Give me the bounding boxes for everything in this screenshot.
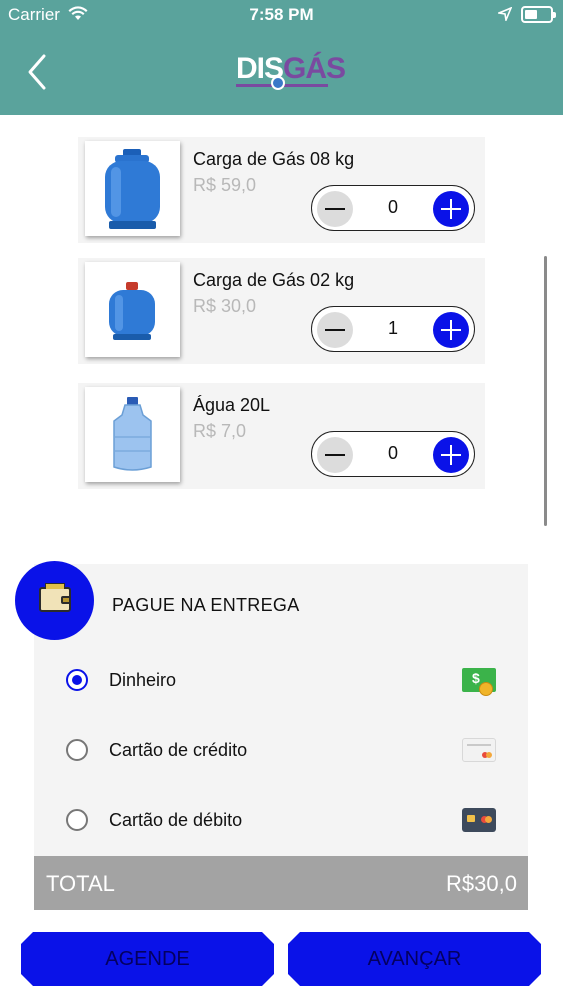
payment-option-cash[interactable]: Dinheiro xyxy=(64,660,504,700)
decrease-button[interactable] xyxy=(317,312,353,348)
flame-icon xyxy=(271,76,285,90)
payment-option-label: Cartão de crédito xyxy=(109,740,248,760)
product-card: Água 20L R$ 7,0 0 xyxy=(78,383,485,489)
radio-button[interactable] xyxy=(66,809,88,831)
product-name: Carga de Gás 02 kg xyxy=(193,270,355,290)
increase-button[interactable] xyxy=(433,437,469,473)
debit-card-icon xyxy=(462,808,496,832)
product-name: Carga de Gás 08 kg xyxy=(193,149,355,169)
next-button[interactable]: AVANÇAR xyxy=(288,932,541,986)
payment-option-label: Cartão de débito xyxy=(109,810,243,830)
total-bar: TOTAL R$30,0 xyxy=(34,856,528,910)
status-bar: Carrier 7:58 PM xyxy=(0,0,563,30)
scrollbar[interactable] xyxy=(544,256,547,526)
quantity-value: 0 xyxy=(387,443,398,463)
clock: 7:58 PM xyxy=(249,5,314,24)
app-header: Carrier 7:58 PM DISGÁS xyxy=(0,0,563,115)
schedule-button[interactable]: AGENDE xyxy=(21,932,274,986)
back-button[interactable] xyxy=(24,52,54,92)
increase-button[interactable] xyxy=(433,191,469,227)
battery-icon xyxy=(521,6,556,23)
decrease-button[interactable] xyxy=(317,437,353,473)
payment-option-label: Dinheiro xyxy=(109,670,177,690)
app-logo: DISGÁS xyxy=(236,52,346,92)
product-price: R$ 7,0 xyxy=(193,421,247,441)
quantity-stepper: 1 xyxy=(311,306,475,352)
quantity-value: 1 xyxy=(387,318,398,338)
decrease-button[interactable] xyxy=(317,191,353,227)
payment-option-debit-card[interactable]: Cartão de débito xyxy=(64,800,504,840)
cash-icon xyxy=(462,668,496,696)
product-image-gas-cylinder-small xyxy=(85,262,180,357)
quantity-stepper: 0 xyxy=(311,431,475,477)
payment-title: PAGUE NA ENTREGA xyxy=(112,595,300,615)
product-price: R$ 30,0 xyxy=(193,296,257,316)
product-card: Carga de Gás 02 kg R$ 30,0 1 xyxy=(78,258,485,364)
product-price: R$ 59,0 xyxy=(193,175,257,195)
location-arrow-icon xyxy=(496,6,513,26)
quantity-value: 0 xyxy=(387,197,398,217)
wallet-icon xyxy=(39,583,71,612)
total-label: TOTAL xyxy=(46,871,115,896)
chevron-left-icon xyxy=(28,54,46,90)
product-card: Carga de Gás 08 kg R$ 59,0 0 xyxy=(78,137,485,243)
radio-button[interactable] xyxy=(66,739,88,761)
credit-card-icon xyxy=(462,738,496,762)
payment-option-credit-card[interactable]: Cartão de crédito xyxy=(64,730,504,770)
product-image-water-gallon xyxy=(85,387,180,482)
increase-button[interactable] xyxy=(433,312,469,348)
quantity-stepper: 0 xyxy=(311,185,475,231)
product-image-gas-cylinder xyxy=(85,141,180,236)
total-value: R$30,0 xyxy=(446,871,517,896)
logo-text-gas: GÁS xyxy=(283,52,346,85)
radio-button-selected[interactable] xyxy=(66,669,88,691)
product-name: Água 20L xyxy=(193,395,271,415)
wallet-badge xyxy=(15,561,94,640)
